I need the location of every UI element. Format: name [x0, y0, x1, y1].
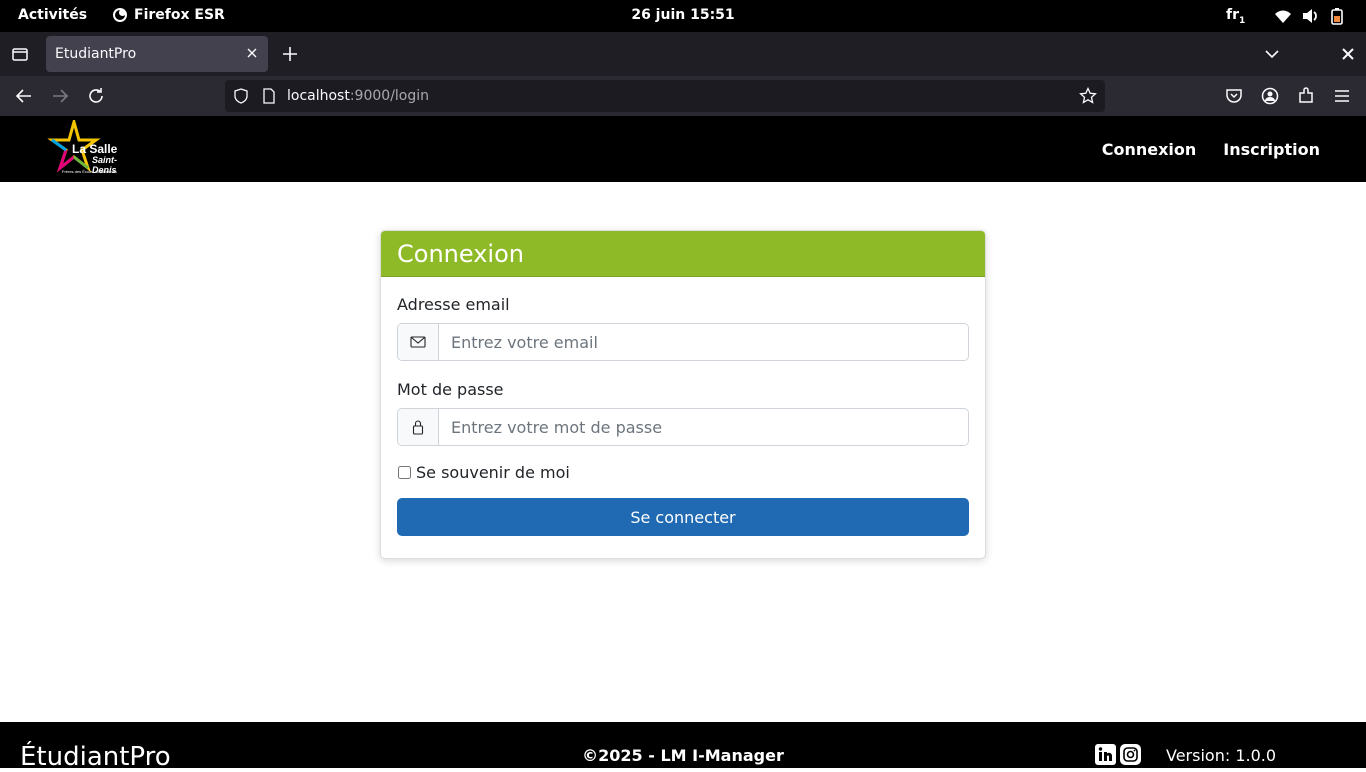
forward-arrow-icon[interactable]: [50, 86, 70, 106]
url-path: :9000/login: [349, 88, 430, 104]
email-input-group: [397, 323, 969, 361]
account-icon[interactable]: [1260, 86, 1280, 106]
password-label: Mot de passe: [397, 380, 504, 399]
close-tab-icon[interactable]: [244, 45, 260, 61]
tab-list-icon[interactable]: [10, 44, 30, 64]
login-submit-button[interactable]: Se connecter: [397, 498, 969, 536]
bookmark-star-icon[interactable]: [1079, 87, 1097, 105]
logo-tagline: Frères des Écoles Chrétiennes: [62, 169, 117, 174]
lang-index: 1: [1239, 15, 1246, 26]
system-top-bar: Activités Firefox ESR 26 juin 15:51 fr1: [0, 0, 1366, 32]
remember-me-label[interactable]: Se souvenir de moi: [416, 463, 570, 482]
lang-code: fr: [1226, 7, 1239, 23]
site-header: La Salle Saint-Denis Frères des Écoles C…: [0, 116, 1366, 182]
site-nav: Connexion Inscription: [1102, 140, 1320, 159]
social-links: [1095, 744, 1141, 765]
tab-title: EtudiantPro: [55, 46, 137, 62]
instagram-icon[interactable]: [1120, 744, 1141, 765]
chevron-down-icon[interactable]: [1262, 44, 1282, 64]
password-input-group: [397, 408, 969, 446]
address-bar[interactable]: localhost:9000/login: [225, 80, 1105, 112]
status-tray[interactable]: [1274, 7, 1346, 25]
linkedin-icon[interactable]: [1095, 744, 1116, 765]
activities-button[interactable]: Activités: [18, 7, 87, 23]
login-form: Adresse email Mot de passe Se souvenir d…: [381, 277, 985, 554]
volume-icon: [1303, 9, 1317, 23]
url-text[interactable]: localhost:9000/login: [287, 88, 429, 104]
close-window-icon[interactable]: [1340, 46, 1356, 62]
app-menu[interactable]: Firefox ESR: [112, 7, 225, 23]
email-label: Adresse email: [397, 295, 510, 314]
password-addon: [398, 409, 439, 445]
footer-copyright: ©2025 - LM I-Manager: [582, 746, 784, 765]
clock[interactable]: 26 juin 15:51: [631, 7, 734, 23]
email-addon: [398, 324, 439, 360]
login-card: Connexion Adresse email Mot de passe Se …: [380, 230, 986, 559]
app-version: Version: 1.0.0: [1166, 746, 1277, 765]
battery-icon: [1331, 8, 1343, 25]
lock-icon: [412, 420, 424, 435]
login-card-title: Connexion: [381, 231, 985, 277]
remember-me-checkbox[interactable]: [398, 466, 411, 479]
nav-register-link[interactable]: Inscription: [1223, 140, 1320, 159]
site-logo[interactable]: La Salle Saint-Denis Frères des Écoles C…: [44, 120, 138, 178]
site-footer: ÉtudiantPro ©2025 - LM I-Manager Version…: [0, 722, 1366, 772]
app-name: Firefox ESR: [134, 7, 225, 23]
hamburger-menu-icon[interactable]: [1332, 86, 1352, 106]
firefox-icon: [113, 8, 127, 22]
logo-title: La Salle: [72, 142, 118, 156]
wifi-icon: [1275, 10, 1291, 23]
envelope-icon: [410, 336, 426, 348]
email-input[interactable]: [439, 324, 968, 360]
password-input[interactable]: [439, 409, 968, 445]
reload-icon[interactable]: [86, 86, 106, 106]
shield-icon[interactable]: [233, 88, 249, 104]
url-host: localhost: [287, 88, 350, 104]
browser-nav-bar: localhost:9000/login: [0, 76, 1366, 116]
back-arrow-icon[interactable]: [14, 86, 34, 106]
browser-tab[interactable]: EtudiantPro: [46, 36, 268, 72]
browser-tab-strip: EtudiantPro: [0, 32, 1366, 76]
nav-login-link[interactable]: Connexion: [1102, 140, 1197, 159]
keyboard-layout-indicator[interactable]: fr1: [1226, 7, 1245, 26]
new-tab-icon[interactable]: [280, 44, 300, 64]
extensions-icon[interactable]: [1296, 86, 1316, 106]
page-info-icon[interactable]: [261, 88, 277, 104]
pocket-icon[interactable]: [1224, 86, 1244, 106]
remember-me-row: Se souvenir de moi: [397, 463, 969, 482]
